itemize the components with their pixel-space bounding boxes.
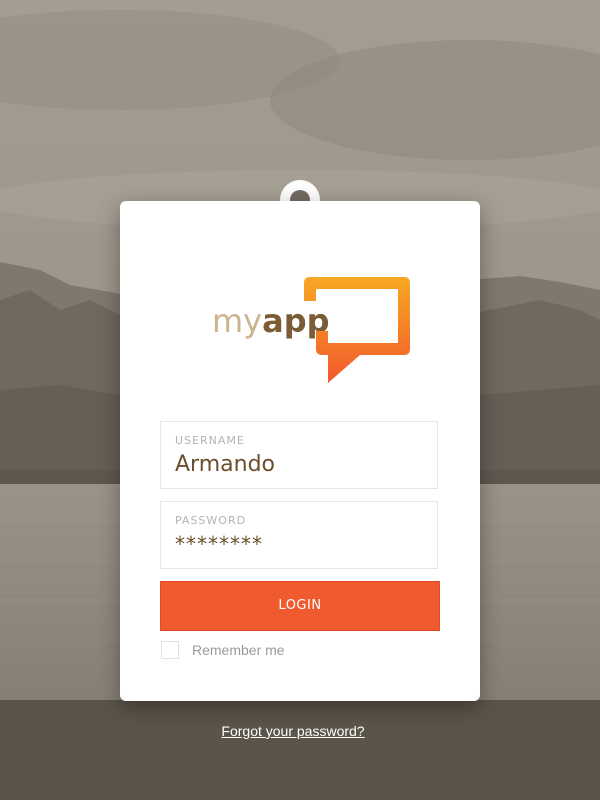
username-label: USERNAME bbox=[175, 434, 245, 447]
username-field[interactable]: USERNAME Armando bbox=[160, 421, 438, 489]
remember-me-label[interactable]: Remember me bbox=[192, 642, 285, 658]
forgot-password-link[interactable]: Forgot your password? bbox=[0, 723, 586, 739]
app-logo: myapp bbox=[212, 275, 412, 385]
password-input[interactable]: ******** bbox=[175, 532, 263, 556]
remember-me-checkbox[interactable] bbox=[161, 641, 179, 659]
username-input[interactable]: Armando bbox=[175, 452, 275, 477]
login-screen: myapp USERNAME Armando PASSWORD ********… bbox=[0, 0, 600, 800]
password-field[interactable]: PASSWORD ******** bbox=[160, 501, 438, 569]
speech-bubble-icon bbox=[304, 277, 410, 383]
login-button[interactable]: LOGIN bbox=[160, 581, 440, 631]
password-label: PASSWORD bbox=[175, 514, 247, 527]
logo-text-my: my bbox=[212, 302, 263, 340]
login-card: myapp USERNAME Armando PASSWORD ********… bbox=[120, 201, 480, 701]
